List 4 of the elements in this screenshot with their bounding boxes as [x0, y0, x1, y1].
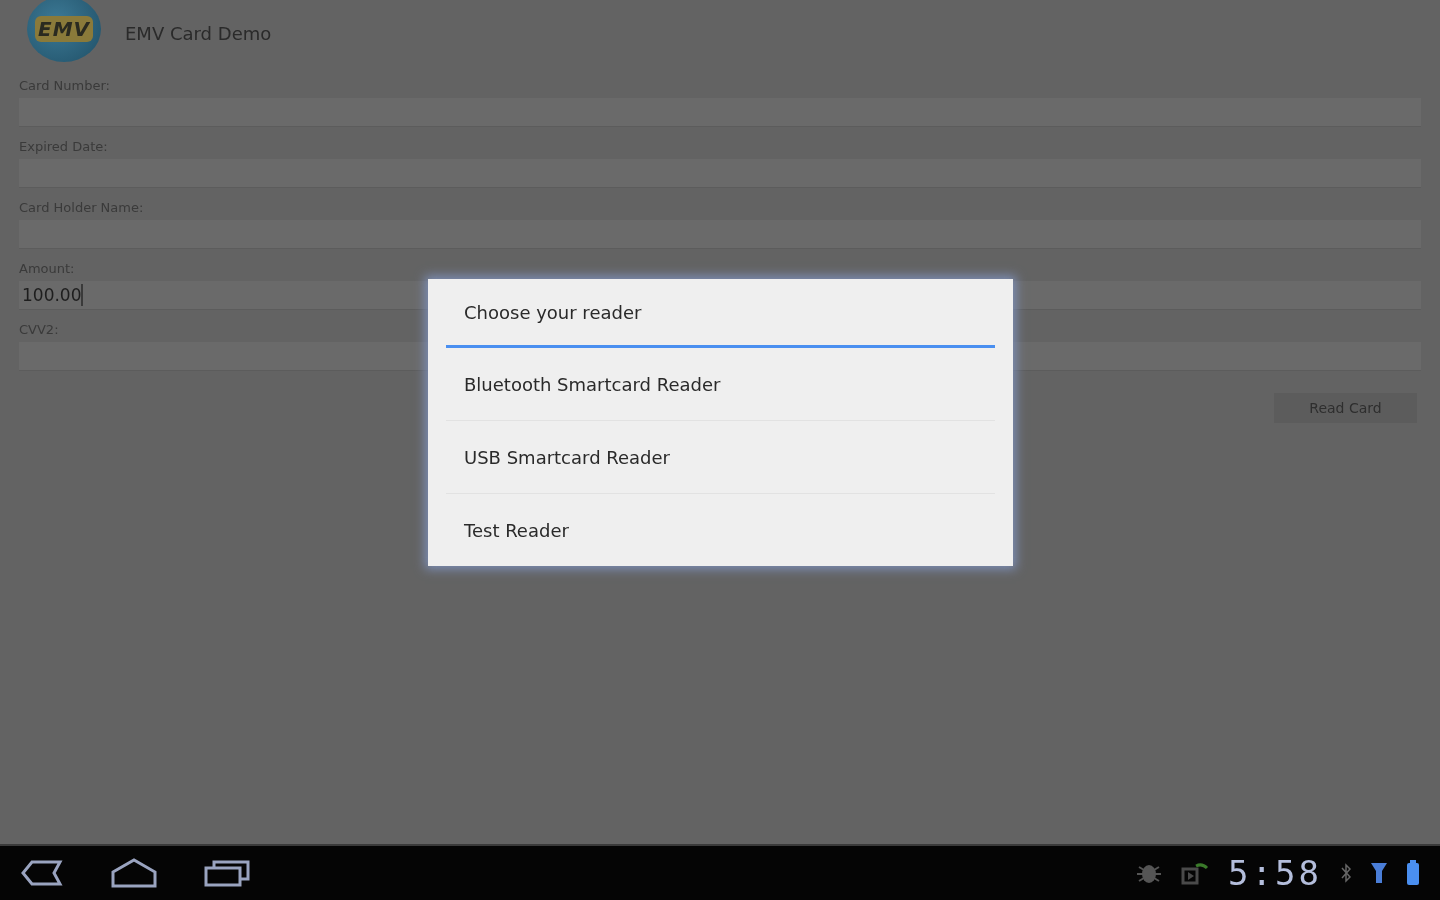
app-logo: EMV — [27, 0, 101, 62]
clock-time: 5:58 — [1228, 853, 1322, 893]
dialog-title: Choose your reader — [446, 279, 995, 348]
app-title: EMV Card Demo — [125, 22, 272, 44]
